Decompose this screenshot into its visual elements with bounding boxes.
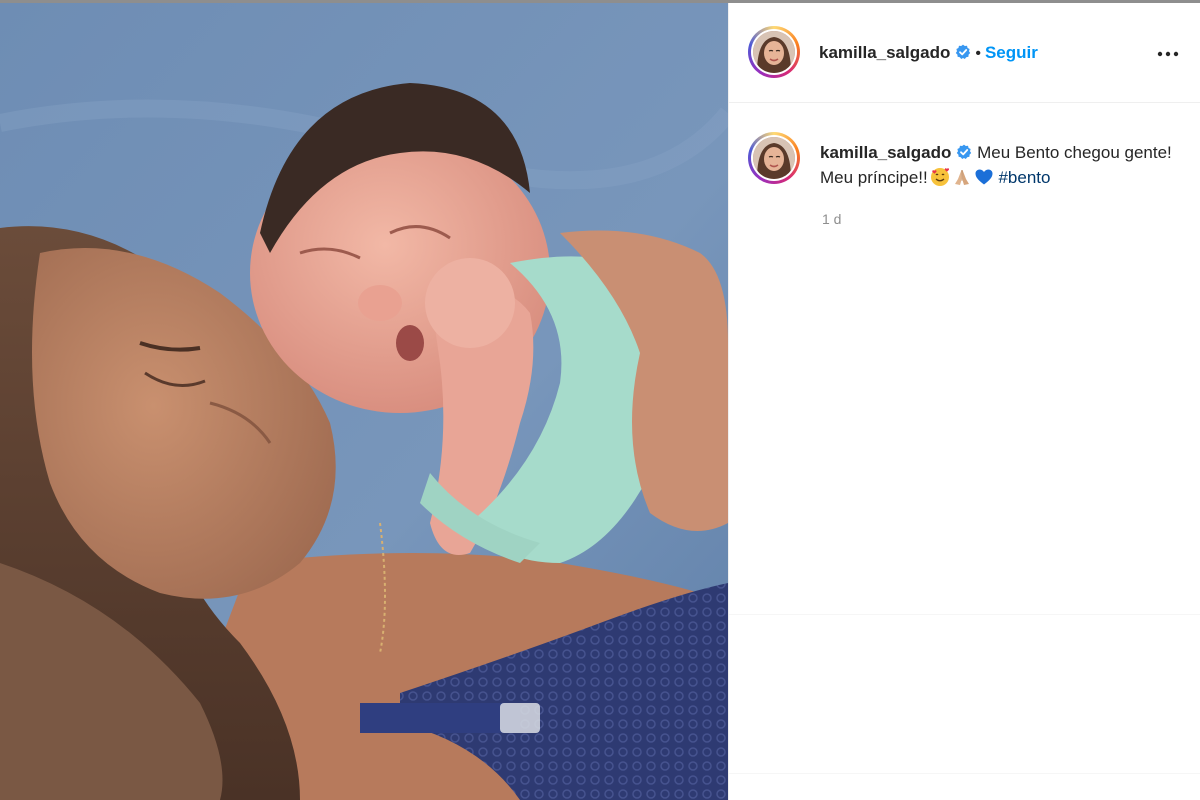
follow-button[interactable]: Seguir: [985, 43, 1038, 62]
header-line: kamilla_salgado • Seguir: [819, 41, 1038, 66]
verified-badge-icon: [956, 44, 971, 59]
more-options-button[interactable]: [1153, 43, 1183, 65]
post-photo[interactable]: [0, 3, 728, 800]
panel-divider: [729, 614, 1200, 615]
caption-author-avatar[interactable]: [748, 132, 800, 184]
verified-badge-icon: [957, 144, 972, 159]
hashtag-link[interactable]: #bento: [998, 168, 1050, 187]
caption-username[interactable]: kamilla_salgado: [820, 143, 951, 162]
panel-divider-bottom: [729, 773, 1200, 774]
post-header: kamilla_salgado • Seguir: [729, 3, 1200, 103]
post-timestamp[interactable]: 1 d: [822, 211, 841, 227]
author-username[interactable]: kamilla_salgado: [819, 43, 950, 62]
author-avatar[interactable]: [748, 26, 800, 78]
blue-heart-icon: [975, 169, 993, 185]
more-dots-icon: [1157, 51, 1179, 57]
post-side-panel: kamilla_salgado •Seguir kamilla_salgado: [729, 3, 1200, 800]
smiling-face-with-hearts-icon: [930, 168, 949, 186]
separator-dot: •: [975, 45, 981, 62]
post-caption: kamilla_salgado Meu Bento chegou gente! …: [820, 140, 1180, 190]
folded-hands-icon: [954, 170, 969, 185]
